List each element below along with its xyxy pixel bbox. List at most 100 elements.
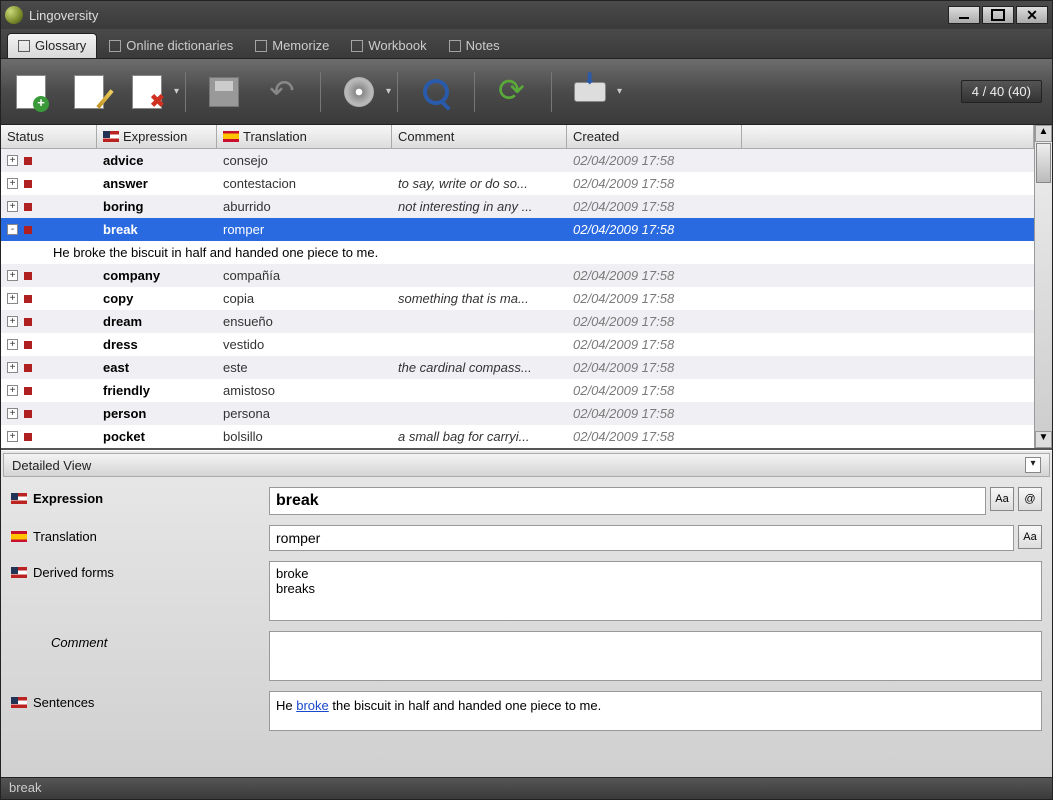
cell-expression: boring [97,197,217,216]
cell-comment: something that is ma... [392,289,567,308]
import-button[interactable] [570,72,610,112]
format-translation-button[interactable]: Aa [1018,525,1042,549]
lookup-expression-button[interactable]: @ [1018,487,1042,511]
translation-input[interactable]: romper [269,525,1014,551]
cell-translation: copia [217,289,392,308]
cell-created: 02/04/2009 17:58 [567,358,742,377]
cell-expression: break [97,220,217,239]
flag-us-icon [11,567,27,578]
label-expression: Expression [11,487,261,506]
cell-translation: romper [217,220,392,239]
save-button[interactable] [204,72,244,112]
vertical-scrollbar[interactable]: ▲ ▼ [1034,125,1052,448]
tab-notes[interactable]: Notes [439,34,510,58]
toolbar-separator [474,72,475,112]
table-row[interactable]: +pocketbolsilloa small bag for carryi...… [1,425,1034,448]
table-row[interactable]: +dressvestido02/04/2009 17:58 [1,333,1034,356]
table-row[interactable]: +copycopiasomething that is ma...02/04/2… [1,287,1034,310]
table-row[interactable]: -breakromper02/04/2009 17:58 [1,218,1034,241]
tab-workbook[interactable]: Workbook [341,34,436,58]
toolbar-separator [185,72,186,112]
col-created[interactable]: Created [567,125,742,148]
flag-es-icon [11,531,27,542]
expression-input[interactable]: break [269,487,986,515]
cell-expression: dress [97,335,217,354]
label-derived: Derived forms [11,561,261,580]
scroll-thumb[interactable] [1036,143,1051,183]
expand-toggle[interactable]: + [7,201,18,212]
tab-bar: Glossary Online dictionaries Memorize Wo… [1,29,1052,59]
cell-expression: company [97,266,217,285]
disc-icon [344,77,374,107]
col-comment[interactable]: Comment [392,125,567,148]
titlebar[interactable]: Lingoversity ✕ [1,1,1052,29]
status-bar: break [1,777,1052,799]
scroll-up-button[interactable]: ▲ [1035,125,1052,142]
col-expression[interactable]: Expression [97,125,217,148]
col-translation[interactable]: Translation [217,125,392,148]
tab-memorize[interactable]: Memorize [245,34,339,58]
cell-translation: amistoso [217,381,392,400]
maximize-button[interactable] [982,6,1014,24]
cell-expression: pocket [97,427,217,446]
expand-toggle[interactable]: + [7,339,18,350]
entry-counter: 4 / 40 (40) [961,80,1042,103]
expand-toggle[interactable]: + [7,293,18,304]
expand-toggle[interactable]: + [7,270,18,281]
detailed-view-pane: Detailed View ▾ Expression break Aa @ Tr… [1,450,1052,777]
edit-entry-button[interactable] [69,72,109,112]
table-row[interactable]: +answercontestacionto say, write or do s… [1,172,1034,195]
new-entry-button[interactable] [11,72,51,112]
expand-toggle[interactable]: + [7,362,18,373]
sentences-input[interactable]: He broke the biscuit in half and handed … [269,691,1042,731]
save-icon [209,77,239,107]
expand-toggle[interactable]: + [7,155,18,166]
format-expression-button[interactable]: Aa [990,487,1014,511]
cell-created: 02/04/2009 17:58 [567,335,742,354]
status-dot-icon [24,364,32,372]
expand-toggle[interactable]: - [7,224,18,235]
table-row[interactable]: +personpersona02/04/2009 17:58 [1,402,1034,425]
detailed-view-title: Detailed View [12,458,91,473]
cell-comment [392,159,567,163]
expand-toggle[interactable]: + [7,431,18,442]
table-row[interactable]: +boringaburridonot interesting in any ..… [1,195,1034,218]
minimize-button[interactable] [948,6,980,24]
table-row[interactable]: +adviceconsejo02/04/2009 17:58 [1,149,1034,172]
cell-expression: friendly [97,381,217,400]
delete-entry-button[interactable] [127,72,167,112]
expand-toggle[interactable]: + [7,385,18,396]
import-icon [574,82,606,102]
memorize-icon [255,40,267,52]
cell-created: 02/04/2009 17:58 [567,151,742,170]
collapse-button[interactable]: ▾ [1025,457,1041,473]
table-row[interactable]: +dreamensueño02/04/2009 17:58 [1,310,1034,333]
media-button[interactable] [339,72,379,112]
cell-created: 02/04/2009 17:58 [567,404,742,423]
col-status[interactable]: Status [1,125,97,148]
tab-online-dictionaries[interactable]: Online dictionaries [99,34,243,58]
flag-us-icon [103,131,119,142]
col-spacer [742,125,1034,148]
search-button[interactable] [416,72,456,112]
cell-expression: advice [97,151,217,170]
cell-expression: answer [97,174,217,193]
status-dot-icon [24,295,32,303]
expand-toggle[interactable]: + [7,408,18,419]
table-row[interactable]: +companycompañía02/04/2009 17:58 [1,264,1034,287]
status-dot-icon [24,318,32,326]
undo-button[interactable]: ↶ [262,72,302,112]
refresh-button[interactable] [493,72,533,112]
cell-created: 02/04/2009 17:58 [567,197,742,216]
scroll-down-button[interactable]: ▼ [1035,431,1052,448]
table-row[interactable]: +friendlyamistoso02/04/2009 17:58 [1,379,1034,402]
comment-input[interactable] [269,631,1042,681]
tab-glossary[interactable]: Glossary [7,33,97,58]
expand-toggle[interactable]: + [7,178,18,189]
toolbar-separator [320,72,321,112]
table-row-detail: He broke the biscuit in half and handed … [1,241,1034,264]
table-row[interactable]: +eastestethe cardinal compass...02/04/20… [1,356,1034,379]
close-button[interactable]: ✕ [1016,6,1048,24]
derived-forms-input[interactable]: broke breaks [269,561,1042,621]
expand-toggle[interactable]: + [7,316,18,327]
